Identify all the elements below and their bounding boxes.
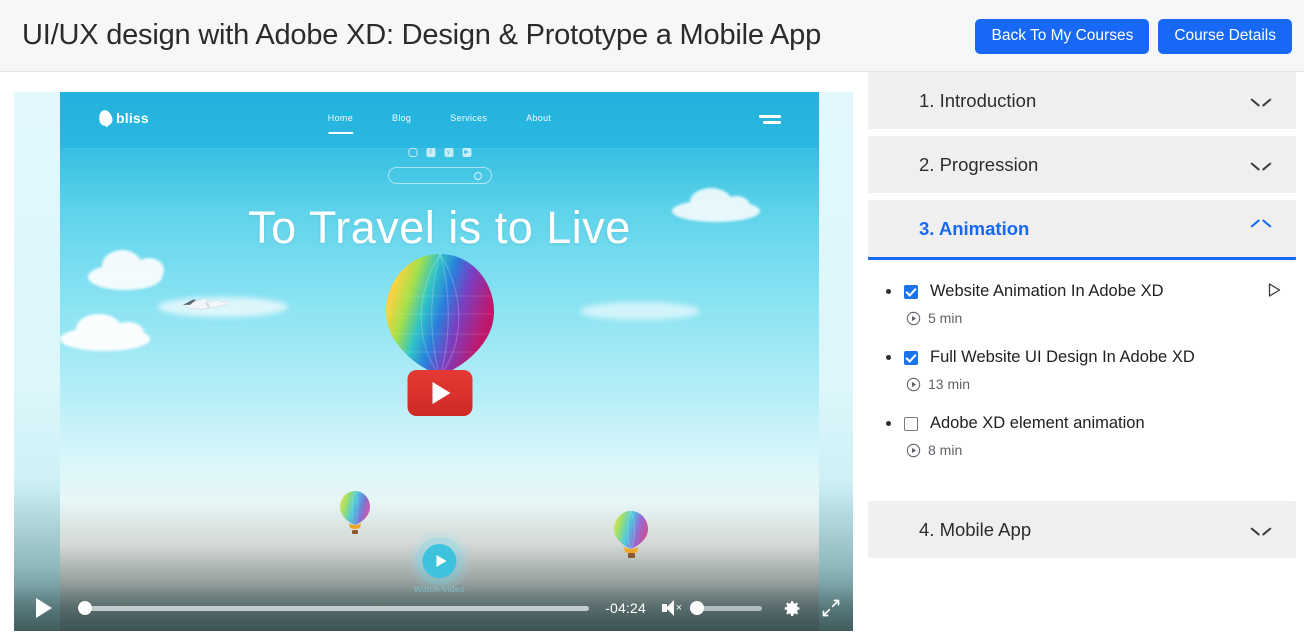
accordion-section-progression: 2. Progression (868, 136, 1296, 193)
accordion-header-mobile-app[interactable]: 4. Mobile App (868, 501, 1296, 558)
circle-play-icon (906, 311, 921, 325)
accordion-title: 4. Mobile App (919, 518, 1032, 540)
lesson-duration: 13 min (906, 376, 1268, 392)
mute-x-mark: × (675, 602, 682, 614)
balloon-logo-icon (97, 108, 114, 128)
video-letterbox-left (14, 92, 60, 631)
accordion-header-progression[interactable]: 2. Progression (868, 136, 1296, 193)
mock-nav-services: Services (450, 113, 488, 123)
youtube-play-icon[interactable] (407, 370, 472, 416)
mock-site-social-icons: f y ► (408, 148, 471, 157)
list-item: Adobe XD element animation 8 min (868, 414, 1296, 458)
watch-video-play-button[interactable] (422, 544, 457, 578)
page-title: UI/UX design with Adobe XD: Design & Pro… (22, 19, 822, 51)
play-triangle-icon (436, 555, 446, 567)
course-details-button[interactable]: Course Details (1158, 19, 1292, 54)
lesson-title[interactable]: Website Animation In Adobe XD (930, 282, 1164, 301)
instagram-icon (408, 148, 417, 157)
lesson-row: Adobe XD element animation (886, 414, 1268, 433)
mock-nav-home: Home (327, 113, 354, 134)
video-controls-bar: -04:24 × (14, 585, 853, 631)
accordion-header-introduction[interactable]: 1. Introduction (868, 72, 1296, 129)
mock-nav-blog: Blog (392, 113, 412, 123)
progress-knob[interactable] (78, 601, 92, 615)
twitter-icon: y (444, 148, 453, 157)
back-to-my-courses-button[interactable]: Back To My Courses (975, 19, 1150, 54)
lesson-row: Full Website UI Design In Adobe XD (886, 348, 1268, 367)
bullet-icon (886, 421, 891, 426)
fullscreen-icon[interactable] (821, 598, 841, 618)
chevron-down-icon[interactable] (1251, 159, 1271, 171)
accordion-title: 3. Animation (919, 217, 1030, 239)
accordion-section-mobile-app: 4. Mobile App (868, 501, 1296, 558)
cloud-decoration (60, 314, 150, 351)
lesson-title[interactable]: Adobe XD element animation (930, 414, 1145, 433)
accordion-section-animation: 3. Animation Website Animation In Adobe … (868, 200, 1296, 494)
video-letterbox-right (819, 92, 853, 631)
circle-play-icon (906, 377, 921, 391)
video-player[interactable]: bliss Home Blog Services About f y ► To … (14, 92, 853, 631)
lesson-checkbox[interactable] (904, 350, 918, 365)
lesson-duration: 8 min (906, 442, 1268, 458)
app-header: UI/UX design with Adobe XD: Design & Pro… (0, 0, 1304, 72)
lesson-duration-label: 8 min (928, 442, 963, 458)
accordion-header-animation[interactable]: 3. Animation (868, 200, 1296, 260)
header-actions: Back To My Courses Course Details (975, 19, 1292, 54)
mock-site-navbar: bliss Home Blog Services About (60, 92, 819, 149)
lesson-title[interactable]: Full Website UI Design In Adobe XD (930, 348, 1195, 367)
circle-play-icon (906, 443, 921, 457)
cloud-decoration (580, 302, 700, 320)
play-button[interactable] (36, 598, 52, 618)
lesson-row: Website Animation In Adobe XD (886, 282, 1281, 301)
lesson-checkbox[interactable] (904, 284, 918, 299)
bullet-icon (886, 289, 891, 294)
time-remaining-label: -04:24 (605, 600, 646, 616)
volume-knob[interactable] (690, 601, 704, 615)
lesson-checkbox[interactable] (904, 416, 918, 431)
mock-site-logo: bliss (97, 108, 149, 128)
lesson-duration-label: 5 min (928, 310, 963, 326)
hot-air-balloon-small-left (340, 490, 370, 534)
youtube-icon: ► (462, 148, 471, 157)
facebook-icon: f (426, 148, 435, 157)
lesson-list: Website Animation In Adobe XD 5 min Full… (868, 260, 1296, 494)
lesson-duration-label: 13 min (928, 376, 971, 392)
progress-slider[interactable] (78, 601, 590, 615)
course-sections-sidebar: 1. Introduction 2. Progression 3. Animat… (865, 72, 1299, 632)
chevron-down-icon[interactable] (1251, 524, 1271, 536)
hot-air-balloon-small-right (614, 510, 648, 558)
gear-icon[interactable] (782, 598, 803, 619)
lesson-duration: 5 min (906, 310, 1268, 326)
airplane-icon (181, 298, 229, 310)
cloud-decoration (88, 250, 164, 290)
play-triangle-icon (432, 382, 451, 404)
accordion-title: 2. Progression (919, 153, 1039, 175)
bullet-icon (886, 355, 891, 360)
chevron-down-icon[interactable] (1251, 95, 1271, 107)
search-icon (387, 167, 492, 184)
video-hero-title: To Travel is to Live (248, 202, 631, 253)
list-item: Full Website UI Design In Adobe XD 13 mi… (868, 348, 1296, 392)
speaker-cone (666, 600, 674, 616)
hamburger-menu-icon (759, 115, 781, 127)
volume-slider[interactable] (690, 601, 762, 615)
progress-track (78, 605, 590, 611)
mock-nav-about: About (526, 113, 552, 123)
mock-site-brand-label: bliss (116, 110, 149, 126)
list-item: Website Animation In Adobe XD 5 min (868, 282, 1296, 326)
accordion-section-introduction: 1. Introduction (868, 72, 1296, 129)
video-stage: bliss Home Blog Services About f y ► To … (60, 92, 819, 631)
accordion-title: 1. Introduction (919, 89, 1037, 111)
volume-muted-icon[interactable]: × (662, 599, 682, 617)
page-content: bliss Home Blog Services About f y ► To … (0, 72, 1304, 632)
chevron-up-icon[interactable] (1251, 223, 1271, 235)
mock-site-nav-links: Home Blog Services About (327, 113, 552, 134)
